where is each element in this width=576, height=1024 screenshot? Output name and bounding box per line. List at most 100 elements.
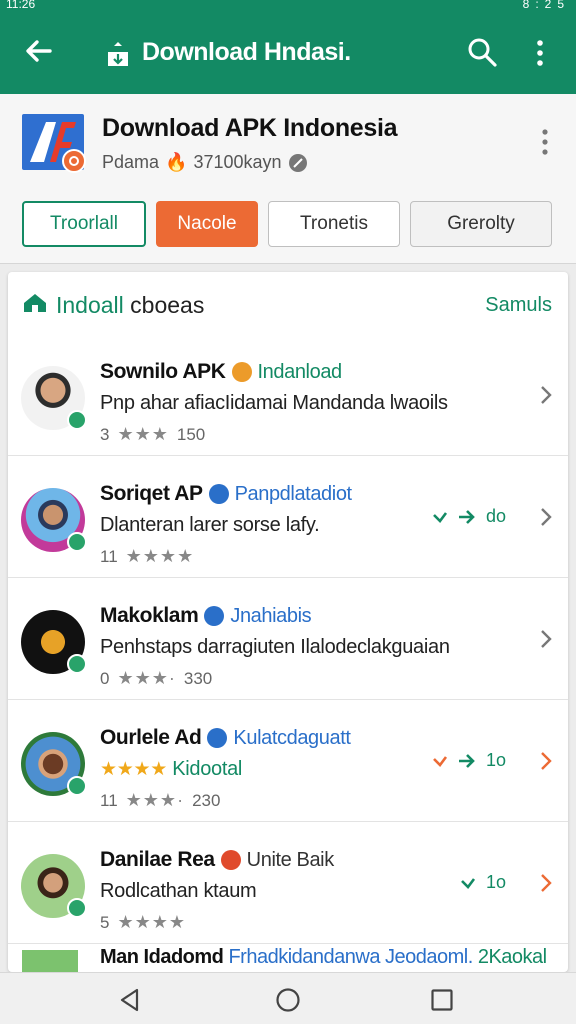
arrow-right-icon[interactable] xyxy=(458,509,476,524)
search-icon[interactable] xyxy=(466,36,498,68)
list-item-partial[interactable]: Man Idadomd Frhadkidandanwa Jeodaoml. 2K… xyxy=(8,944,568,972)
back-triangle-icon[interactable] xyxy=(117,987,143,1013)
action-label[interactable]: 1o xyxy=(486,750,506,771)
chip-4[interactable]: Grerolty xyxy=(410,201,552,247)
rating-value: 5 xyxy=(100,912,110,932)
app-list-card: Indoall cboeas Samuls Sownilo APK Indanl… xyxy=(8,272,568,972)
overflow-menu-icon[interactable] xyxy=(530,38,550,68)
item-description: Pnp ahar afiacIidamai Mandanda lwaoils xyxy=(100,392,448,414)
back-arrow-icon[interactable] xyxy=(22,34,56,68)
item-rating: 11 ★★★★ xyxy=(100,546,194,567)
item-subtitle: Panpdlatadiot xyxy=(234,482,353,505)
app-bar-title: Download Hndasi. xyxy=(142,38,351,66)
rating-value: 11 xyxy=(100,790,118,810)
app-header-card: Download APK Indonesia Pdama 🔥 37100kayn… xyxy=(0,94,576,264)
check-icon[interactable] xyxy=(432,510,448,524)
list-item[interactable]: Danilae Rea Unite Baik Rodlcathan ktaum … xyxy=(8,822,568,944)
item-title: Man Idadomd Frhadkidandanwa Jeodaoml. 2K… xyxy=(100,946,547,969)
chevron-right-icon[interactable] xyxy=(538,506,554,528)
action-label[interactable]: 1o xyxy=(486,872,506,893)
check-icon[interactable] xyxy=(460,876,476,890)
list-item[interactable]: Soriqet AP Panpdlatadiot Dlanteran larer… xyxy=(8,456,568,578)
item-description-text: Kidootal xyxy=(172,758,243,780)
chip-1[interactable]: Troorlall xyxy=(22,201,146,247)
info-icon xyxy=(288,153,307,172)
list-title: Indoall cboeas xyxy=(56,292,204,319)
item-title: Sownilo APK xyxy=(100,360,226,383)
item-subtitle: Unite Baik xyxy=(246,848,335,871)
app-meta-label: Pdama xyxy=(102,152,160,172)
app-meta: Pdama 🔥 37100kayn xyxy=(102,152,308,173)
item-description: Rodlcathan ktaum xyxy=(100,880,257,902)
home-icon xyxy=(24,294,46,312)
app-title: Download APK Indonesia xyxy=(102,114,398,142)
list-header: Indoall cboeas Samuls xyxy=(8,272,568,334)
check-icon[interactable] xyxy=(432,754,448,768)
item-title: Ourlele Ad xyxy=(100,726,202,749)
avatar xyxy=(21,732,87,796)
app-logo-icon xyxy=(22,114,86,173)
item-subtitle: Jnahiabis xyxy=(230,604,312,627)
item-name: Makoklam Jnahiabis xyxy=(100,604,312,628)
list-title-accent: Indoall xyxy=(56,292,124,318)
chevron-right-icon[interactable] xyxy=(538,872,554,894)
item-actions: do xyxy=(432,506,506,527)
avatar xyxy=(21,488,87,552)
stars-icon: ★★★★ xyxy=(117,912,187,932)
item-actions: 1o xyxy=(432,750,506,771)
header-overflow-icon[interactable] xyxy=(538,128,552,156)
item-subtitle: Indanload xyxy=(257,360,343,383)
list-title-rest: cboeas xyxy=(130,292,205,318)
arrow-right-icon[interactable] xyxy=(458,753,476,768)
chip-2[interactable]: Nacole xyxy=(156,201,258,247)
item-name: Danilae Rea Unite Baik xyxy=(100,848,334,872)
item-description: Dlanteran larer sorse lafy. xyxy=(100,514,320,536)
system-nav-bar xyxy=(0,972,576,1024)
thumbnail xyxy=(22,950,78,972)
rating-value: 11 xyxy=(100,546,118,566)
item-title: Soriqet AP xyxy=(100,482,203,505)
chip-3[interactable]: Tronetis xyxy=(268,201,400,247)
avatar xyxy=(21,366,87,430)
home-circle-icon[interactable] xyxy=(275,987,301,1013)
stars-icon: ★★★· xyxy=(117,668,176,688)
chevron-right-icon[interactable] xyxy=(538,384,554,406)
list-item[interactable]: Sownilo APK Indanload Pnp ahar afiacIida… xyxy=(8,334,568,456)
avatar xyxy=(21,610,87,674)
chevron-right-icon[interactable] xyxy=(538,628,554,650)
gold-stars-icon: ★★★★ xyxy=(100,759,167,780)
stars-icon: ★★★★ xyxy=(125,546,195,566)
action-label[interactable]: do xyxy=(486,506,506,527)
item-name: Sownilo APK Indanload xyxy=(100,360,342,384)
verified-check-icon xyxy=(67,654,87,674)
filter-chips: Troorlall Nacole Tronetis Grerolty xyxy=(22,201,562,247)
item-rating: 11 ★★★· 230 xyxy=(100,790,220,811)
app-meta-count: 37100kayn xyxy=(193,152,282,172)
rating-value: 0 xyxy=(100,668,110,688)
blue-badge-icon xyxy=(207,728,228,748)
chevron-right-icon[interactable] xyxy=(538,750,554,772)
verified-check-icon xyxy=(67,410,87,430)
stars-icon: ★★★ xyxy=(117,424,169,444)
item-description: Penhstaps darragiuten Ilalodeclakguaian xyxy=(100,636,450,658)
list-item[interactable]: Ourlele Ad Kulatcdaguatt ★★★★ Kidootal 1… xyxy=(8,700,568,822)
recents-square-icon[interactable] xyxy=(429,987,455,1013)
item-title-bold: Man Idadomd xyxy=(100,946,224,968)
item-title: Makoklam xyxy=(100,604,199,627)
rating-count: 230 xyxy=(192,790,221,810)
item-subtitle: Kulatcdaguatt xyxy=(233,726,351,749)
item-name: Ourlele Ad Kulatcdaguatt xyxy=(100,726,351,750)
item-name: Soriqet AP Panpdlatadiot xyxy=(100,482,352,506)
status-bar: 11:26 8:25 xyxy=(0,0,576,11)
meta-tag-icon: 🔥 xyxy=(165,152,188,172)
blue-badge-icon xyxy=(208,484,229,504)
android-download-icon xyxy=(108,42,128,66)
rating-count: 330 xyxy=(183,668,213,688)
item-title-green: 2Kaokal xyxy=(477,946,547,968)
see-all-link[interactable]: Samuls xyxy=(485,294,552,317)
verified-check-icon xyxy=(67,776,87,796)
verified-check-icon xyxy=(67,532,87,552)
item-title-blue: Frhadkidandanwa Jeodaoml. xyxy=(228,946,473,968)
list-item[interactable]: Makoklam Jnahiabis Penhstaps darragiuten… xyxy=(8,578,568,700)
item-rating: 5 ★★★★ xyxy=(100,912,186,933)
